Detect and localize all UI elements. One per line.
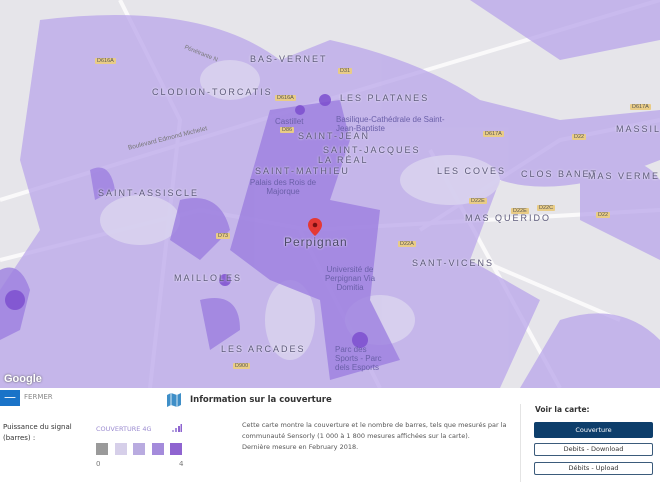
poi-label[interactable]: Parc des Sports - Parc dels Esports bbox=[335, 345, 385, 372]
legend-swatch-3 bbox=[152, 443, 164, 455]
info-description: Cette carte montre la couverture et le n… bbox=[242, 421, 507, 440]
coverage-button[interactable]: Couverture bbox=[534, 422, 653, 438]
road-badge: D22 bbox=[572, 134, 587, 140]
district-label: LES PLATANES bbox=[340, 93, 430, 103]
road-badge: D22E bbox=[469, 198, 487, 204]
district-label: LA RÉAL bbox=[318, 155, 369, 165]
road-badge: D86 bbox=[280, 127, 295, 133]
divider bbox=[520, 404, 521, 482]
district-label: MAS QUERIDO bbox=[465, 213, 552, 223]
close-button[interactable]: — bbox=[0, 390, 20, 406]
poi-label[interactable]: Castillet bbox=[275, 117, 303, 126]
road-badge: D22 bbox=[596, 212, 611, 218]
google-logo: Google bbox=[4, 373, 42, 385]
district-label: MAILLOLES bbox=[174, 273, 243, 283]
district-label: SAINT-MATHIEU bbox=[255, 166, 350, 176]
legend-swatch-0 bbox=[96, 443, 108, 455]
road-badge: D617A bbox=[483, 131, 504, 137]
road-badge: D616A bbox=[95, 58, 116, 64]
road-badge: D22C bbox=[537, 205, 556, 211]
upload-speed-button[interactable]: Débits - Upload bbox=[534, 462, 653, 475]
district-label: LES ARCADES bbox=[221, 344, 306, 354]
district-label: MAS VERMEIL bbox=[588, 171, 660, 181]
district-label: SANT-VICENS bbox=[412, 258, 495, 268]
map-icon bbox=[167, 393, 181, 407]
poi-label[interactable]: Palais des Rois de Majorque bbox=[248, 178, 318, 196]
district-label: CLOS BANET bbox=[521, 169, 599, 179]
view-map-label: Voir la carte: bbox=[535, 405, 590, 414]
district-label: LES COVES bbox=[437, 166, 507, 176]
city-label: Perpignan bbox=[284, 235, 348, 249]
road-badge: D900 bbox=[233, 363, 251, 369]
close-label[interactable]: FERMER bbox=[24, 393, 53, 401]
legend-swatch-2 bbox=[133, 443, 145, 455]
coverage-map[interactable]: BAS-VERNET CLODION-TORCATIS LES PLATANES… bbox=[0, 0, 660, 388]
road-badge: D31 bbox=[338, 68, 353, 74]
road-badge: D22A bbox=[398, 241, 416, 247]
info-title: Information sur la couverture bbox=[190, 395, 332, 405]
minus-icon: — bbox=[4, 390, 16, 404]
legend-min: 0 bbox=[96, 460, 101, 468]
road-badge: D73 bbox=[216, 233, 231, 239]
district-label: SAINT-JACQUES bbox=[323, 145, 421, 155]
info-text: Cette carte montre la couverture et le n… bbox=[242, 420, 522, 453]
legend-max: 4 bbox=[179, 460, 184, 468]
info-panel: — FERMER Puissance du signal (barres) : … bbox=[0, 388, 660, 489]
poi-label[interactable]: Université de Perpignan Via Domitia bbox=[320, 265, 380, 292]
signal-bars-icon bbox=[172, 424, 182, 432]
signal-label: Puissance du signal (barres) : bbox=[3, 423, 72, 442]
road-badge: D617A bbox=[630, 104, 651, 110]
district-label: BAS-VERNET bbox=[250, 54, 328, 64]
district-label: CLODION-TORCATIS bbox=[152, 87, 273, 97]
download-speed-button[interactable]: Debits - Download bbox=[534, 443, 653, 456]
road-badge: D616A bbox=[275, 95, 296, 101]
legend-title: COUVERTURE 4G bbox=[96, 425, 152, 433]
district-label: SAINT-ASSISCLE bbox=[98, 188, 200, 198]
poi-label[interactable]: Basilique-Cathédrale de Saint-Jean-Bapti… bbox=[336, 115, 446, 133]
legend-swatch-1 bbox=[115, 443, 127, 455]
road-badge: D22E bbox=[511, 208, 529, 214]
legend-swatch-4 bbox=[170, 443, 182, 455]
info-last-measure: Dernière mesure en February 2018. bbox=[242, 443, 359, 451]
district-label: MASSILI bbox=[616, 124, 660, 134]
